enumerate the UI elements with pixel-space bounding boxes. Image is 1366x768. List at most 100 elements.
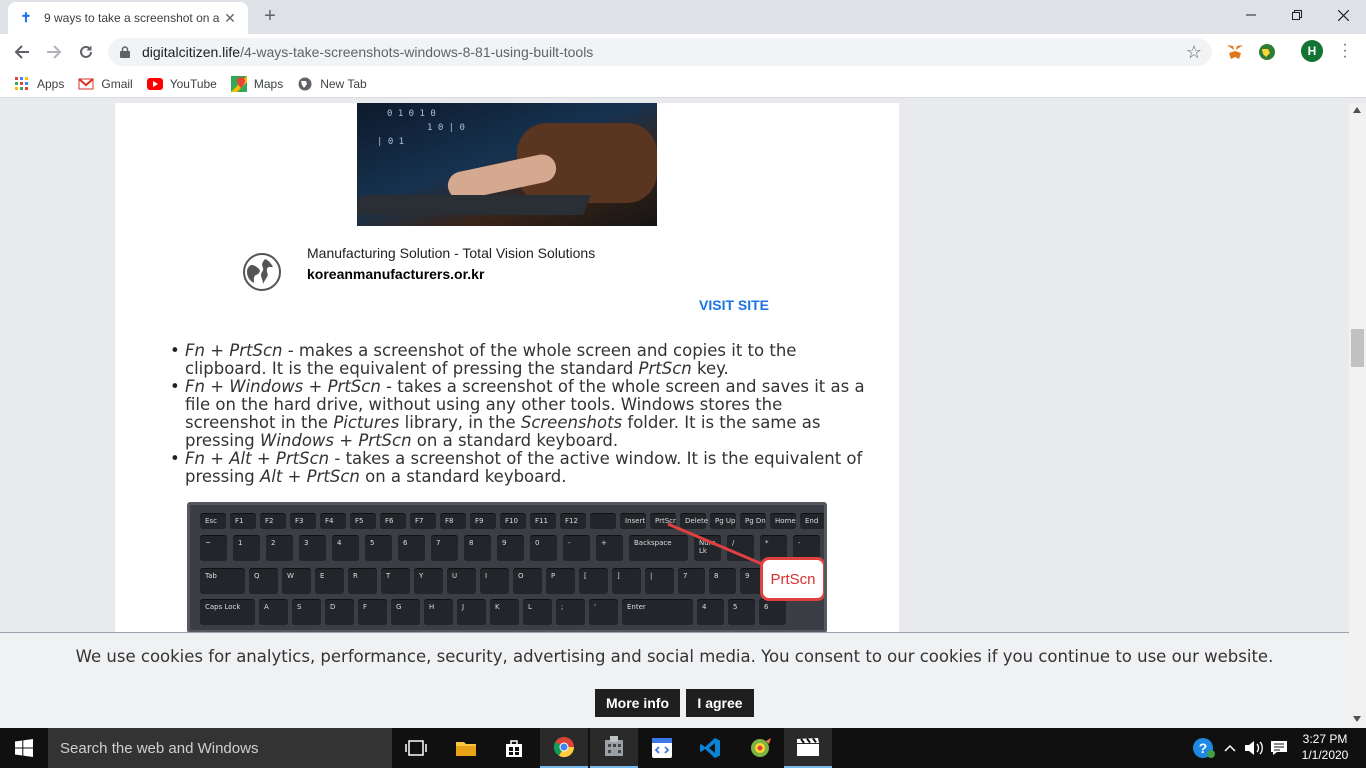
visit-site-link[interactable]: VISIT SITE (699, 297, 769, 313)
keyboard-key: W (282, 568, 311, 594)
bookmark-star-icon[interactable]: ☆ (1186, 42, 1202, 63)
reload-button[interactable] (70, 34, 102, 70)
keyboard-key: F10 (500, 513, 526, 529)
keyboard-key: 6 (759, 599, 786, 625)
keyboard-key: 6 (398, 535, 425, 561)
bookmark-youtube[interactable]: YouTube (146, 76, 217, 92)
close-tab-icon[interactable]: ✕ (222, 10, 238, 27)
movie-maker-button[interactable] (784, 728, 832, 768)
minimize-button[interactable] (1228, 0, 1274, 30)
cookie-banner: We use cookies for analytics, performanc… (0, 632, 1349, 728)
back-button[interactable] (6, 34, 38, 70)
chevron-up-icon (1224, 744, 1236, 752)
bookmark-gmail[interactable]: Gmail (78, 76, 133, 92)
minimize-icon (1246, 14, 1256, 16)
description-text: library, in the (399, 413, 521, 432)
shortcut-text: Fn + Windows + PrtScn (185, 377, 381, 396)
action-center-button[interactable] (1268, 728, 1290, 768)
taskbar-clock[interactable]: 3:27 PM 1/1/2020 (1292, 731, 1358, 763)
code-window-icon (652, 738, 672, 758)
keyboard-key: Y (414, 568, 443, 594)
new-tab-button[interactable]: + (258, 6, 282, 28)
keyboard-key: 4 (332, 535, 359, 561)
bookmark-newtab[interactable]: New Tab (297, 76, 367, 92)
agree-button[interactable]: I agree (686, 689, 754, 717)
keyboard-key: [ (579, 568, 608, 594)
keyboard-key: F (358, 599, 387, 625)
keyboard-key: End (800, 513, 824, 529)
browser-tab[interactable]: ✝ 9 ways to take a screenshot on a ✕ (8, 2, 248, 34)
code-app-button[interactable] (638, 728, 686, 768)
scrollbar-thumb[interactable] (1351, 329, 1364, 367)
keyboard-key: A (259, 599, 288, 625)
keyboard-key: U (447, 568, 476, 594)
lock-icon (120, 46, 130, 58)
chrome-icon (553, 737, 575, 758)
speaker-icon (1245, 741, 1263, 755)
ad-title[interactable]: Manufacturing Solution - Total Vision So… (307, 245, 595, 261)
volume-button[interactable] (1242, 728, 1266, 768)
scroll-up-icon[interactable] (1353, 107, 1361, 113)
keyboard-key: ] (612, 568, 641, 594)
scroll-down-icon[interactable] (1353, 716, 1361, 722)
keyboard-key: ; (556, 599, 585, 625)
cookie-text: We use cookies for analytics, performanc… (75, 647, 1274, 666)
keyboard-key: 1 (233, 535, 260, 561)
taskbar-search[interactable]: Search the web and Windows (48, 728, 392, 768)
keyboard-key: 5 (365, 535, 392, 561)
keyboard-key: Q (249, 568, 278, 594)
keyboard-key: G (391, 599, 420, 625)
show-hidden-icons-button[interactable] (1220, 728, 1240, 768)
restore-button[interactable] (1274, 0, 1320, 30)
globe-icon (297, 76, 313, 92)
store-button[interactable] (490, 728, 538, 768)
page-viewport: 0 1 0 1 0 1 0 | 0 | 0 1 Manufacturing So… (0, 103, 1349, 728)
folder-icon (456, 742, 476, 756)
address-bar[interactable]: digitalcitizen.life/4-ways-take-screensh… (108, 38, 1212, 66)
keyboard-key: I (480, 568, 509, 594)
metamask-fox-icon[interactable] (1226, 43, 1244, 61)
chrome-menu-icon[interactable]: · · · (1340, 37, 1350, 65)
page-scrollbar[interactable] (1349, 103, 1366, 728)
shortcut-list: Fn + PrtScn - makes a screenshot of the … (170, 342, 875, 486)
ad-domain[interactable]: koreanmanufacturers.or.kr (307, 266, 484, 282)
tab-strip: ✝ 9 ways to take a screenshot on a ✕ + (0, 0, 1366, 34)
keyboard-key: 5 (728, 599, 755, 625)
keyboard-key: 8 (464, 535, 491, 561)
shortcut-text: Fn + PrtScn (185, 341, 283, 360)
close-window-button[interactable] (1320, 0, 1366, 30)
chrome-taskbar-button[interactable] (540, 728, 588, 768)
help-tray-button[interactable]: ? (1190, 728, 1218, 768)
shortcut-text: Pictures (333, 413, 400, 432)
shortcut-text: Windows + PrtScn (260, 431, 412, 450)
bookmark-apps[interactable]: Apps (14, 76, 64, 92)
keyboard-key: R (348, 568, 377, 594)
extension-globe-icon[interactable] (1258, 43, 1276, 61)
browser-toolbar: digitalcitizen.life/4-ways-take-screensh… (0, 34, 1366, 70)
keyboard-key: F5 (350, 513, 376, 529)
keyboard-key: Enter (622, 599, 693, 625)
keyboard-image: Esc F1 F2 F3 F4 F5 F6 F7 F8 F9 F10 F11 F12 Insert PrtS… (187, 502, 827, 633)
bookmark-maps[interactable]: Maps (230, 75, 283, 92)
more-info-button[interactable]: More info (595, 689, 680, 717)
keyboard-key: 0 (530, 535, 557, 561)
profile-avatar[interactable]: H (1301, 40, 1323, 62)
start-button[interactable] (0, 728, 48, 768)
bookmark-label: New Tab (320, 76, 367, 91)
close-icon (1337, 9, 1349, 21)
shortcut-text: Alt + PrtScn (260, 467, 360, 486)
file-explorer-button[interactable] (442, 728, 490, 768)
keyboard-key: F6 (380, 513, 406, 529)
prtscn-callout: PrtScn (760, 557, 824, 601)
clapperboard-icon (797, 737, 819, 756)
keyboard-key: D (325, 599, 354, 625)
keyboard-key (590, 513, 616, 529)
vscode-button[interactable] (686, 728, 734, 768)
app-taskbar-button[interactable] (590, 728, 638, 768)
help-question-icon: ? (1193, 738, 1215, 758)
keyboard-key: Caps Lock (200, 599, 255, 625)
task-view-button[interactable] (392, 728, 440, 768)
paint-app-button[interactable] (736, 728, 784, 768)
forward-button[interactable] (38, 34, 70, 70)
maps-icon (230, 75, 247, 92)
